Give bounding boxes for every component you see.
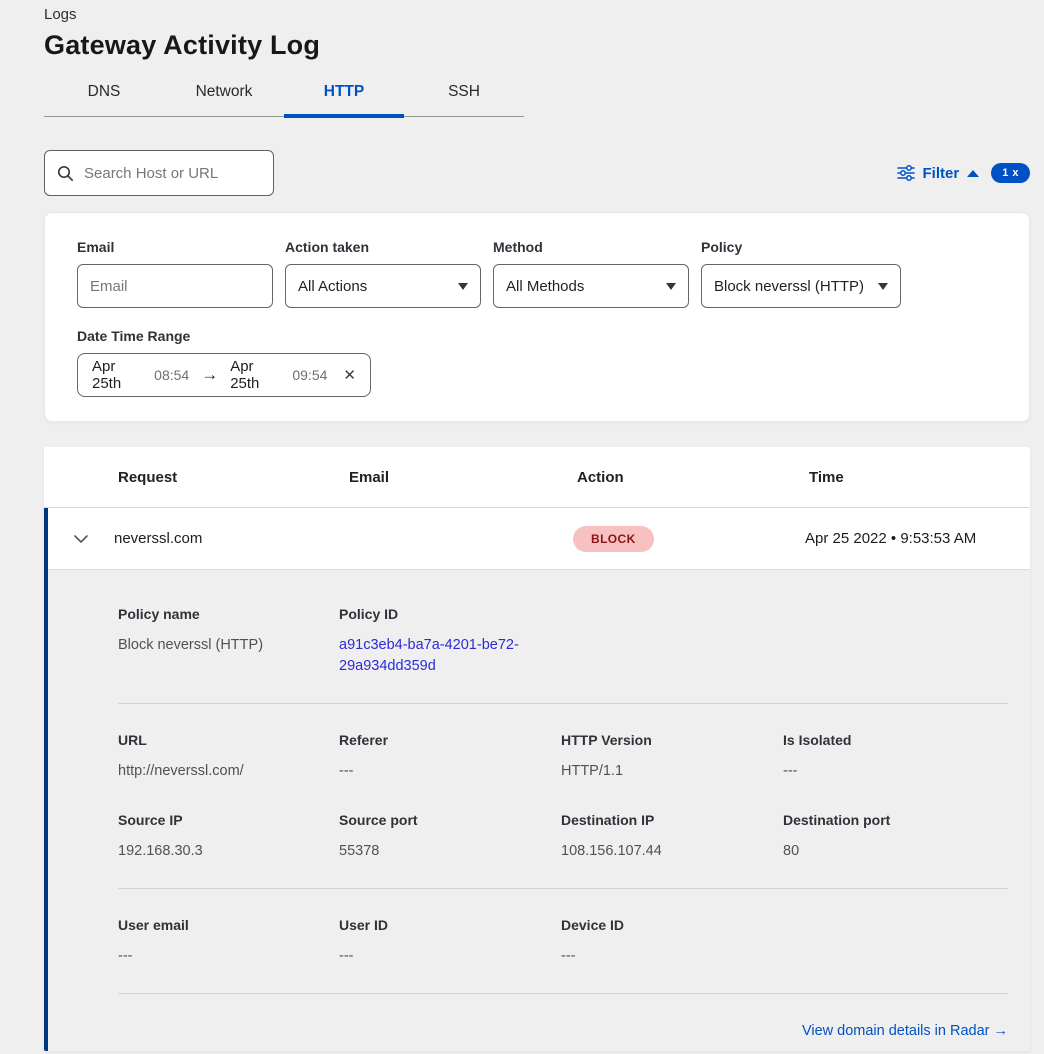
search-icon — [57, 165, 74, 182]
policy-name-field: Policy name Block neverssl (HTTP) — [118, 606, 339, 677]
policy-field: Policy Block neverssl (HTTP) — [701, 239, 901, 308]
time-cell: Apr 25 2022 • 9:53:53 AM — [805, 530, 1030, 547]
action-taken-select[interactable]: All Actions — [285, 264, 481, 308]
tab-http[interactable]: HTTP — [284, 75, 404, 118]
detail-field-referer: Referer --- — [339, 732, 561, 782]
date-range-picker[interactable]: Apr 25th 08:54 → Apr 25th 09:54 ✕ — [77, 353, 371, 397]
divider — [118, 703, 1008, 704]
detail-field-device-id: Device ID --- — [561, 917, 783, 967]
search-input[interactable] — [84, 165, 283, 182]
detail-field-user-email: User email --- — [118, 917, 339, 967]
table-row[interactable]: neverssl.com BLOCK Apr 25 2022 • 9:53:53… — [48, 508, 1030, 570]
method-select[interactable]: All Methods — [493, 264, 689, 308]
policy-name-label: Policy name — [118, 606, 339, 622]
date-range-field: Date Time Range Apr 25th 08:54 → Apr 25t… — [77, 328, 997, 397]
detail-field-destination-ip: Destination IP 108.156.107.44 — [561, 812, 783, 862]
log-table: Request Email Action Time neverssl.com B… — [44, 447, 1030, 1051]
request-cell: neverssl.com — [114, 530, 345, 547]
arrow-right-icon: → — [201, 365, 218, 385]
toolbar: Filter 1 x — [44, 150, 1030, 196]
col-action: Action — [577, 469, 809, 486]
chevron-down-icon — [458, 283, 468, 290]
block-badge: BLOCK — [573, 526, 654, 552]
end-time: 09:54 — [292, 367, 327, 383]
policy-name-value: Block neverssl (HTTP) — [118, 635, 339, 656]
policy-id-link[interactable]: a91c3eb4-ba7a-4201-be72-29a934dd359d — [339, 635, 539, 677]
divider — [118, 888, 1008, 889]
policy-id-label: Policy ID — [339, 606, 561, 622]
breadcrumb[interactable]: Logs — [44, 6, 1044, 23]
col-request: Request — [118, 469, 349, 486]
action-taken-value: All Actions — [298, 278, 367, 295]
radar-details-link[interactable]: View domain details in Radar → — [802, 1023, 1008, 1039]
end-date: Apr 25th — [230, 358, 282, 392]
row-details: Policy name Block neverssl (HTTP) Policy… — [48, 570, 1030, 1051]
tab-network[interactable]: Network — [164, 75, 284, 116]
start-date: Apr 25th — [92, 358, 144, 392]
email-filter-input[interactable] — [90, 278, 260, 295]
detail-field-source-port: Source port 55378 — [339, 812, 561, 862]
email-filter-field: Email — [77, 239, 273, 308]
tab-dns[interactable]: DNS — [44, 75, 164, 116]
close-icon[interactable]: ✕ — [343, 366, 356, 384]
action-taken-label: Action taken — [285, 239, 481, 255]
start-time: 08:54 — [154, 367, 189, 383]
policy-value: Block neverssl (HTTP) — [714, 278, 864, 295]
filter-button[interactable]: Filter — [923, 165, 960, 182]
chevron-down-icon — [666, 283, 676, 290]
detail-field-is-isolated: Is Isolated --- — [783, 732, 1008, 782]
tab-bar: DNS Network HTTP SSH — [44, 75, 524, 117]
method-field: Method All Methods — [493, 239, 689, 308]
filter-sliders-icon — [897, 165, 915, 181]
email-filter-label: Email — [77, 239, 273, 255]
date-range-label: Date Time Range — [77, 328, 997, 344]
method-label: Method — [493, 239, 689, 255]
divider — [118, 993, 1008, 994]
chevron-up-icon[interactable] — [967, 170, 979, 177]
action-taken-field: Action taken All Actions — [285, 239, 481, 308]
chevron-expand-icon[interactable] — [48, 534, 114, 544]
table-header: Request Email Action Time — [44, 447, 1030, 508]
action-cell: BLOCK — [573, 526, 805, 552]
policy-id-field: Policy ID a91c3eb4-ba7a-4201-be72-29a934… — [339, 606, 561, 677]
policy-label: Policy — [701, 239, 901, 255]
tab-ssh[interactable]: SSH — [404, 75, 524, 116]
method-value: All Methods — [506, 278, 584, 295]
filter-count-badge[interactable]: 1 x — [991, 163, 1030, 183]
filter-panel: Email Action taken All Actions Method Al… — [44, 212, 1030, 422]
policy-select[interactable]: Block neverssl (HTTP) — [701, 264, 901, 308]
chevron-down-icon — [878, 283, 888, 290]
search-box[interactable] — [44, 150, 274, 196]
detail-field-user-id: User ID --- — [339, 917, 561, 967]
detail-field-http-version: HTTP Version HTTP/1.1 — [561, 732, 783, 782]
detail-field-source-ip: Source IP 192.168.30.3 — [118, 812, 339, 862]
expanded-row-group: neverssl.com BLOCK Apr 25 2022 • 9:53:53… — [44, 508, 1030, 1051]
detail-field-url: URL http://neverssl.com/ — [118, 732, 339, 782]
page-title: Gateway Activity Log — [44, 30, 1044, 61]
detail-field-destination-port: Destination port 80 — [783, 812, 1008, 862]
filter-controls[interactable]: Filter 1 x — [897, 163, 1030, 183]
col-time: Time — [809, 469, 1030, 486]
col-email: Email — [349, 469, 577, 486]
